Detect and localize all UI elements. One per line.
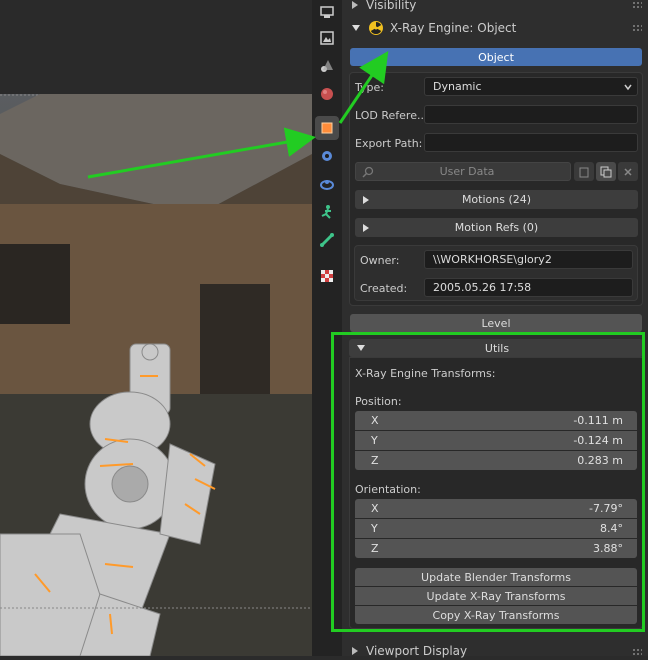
update-xray-transforms-button[interactable]: Update X-Ray Transforms [355, 587, 637, 605]
viewport-background [0, 0, 312, 94]
copy-icon [600, 166, 612, 177]
drag-grip-icon[interactable] [632, 1, 642, 9]
user-data-field[interactable]: User Data [355, 162, 571, 181]
expand-icon [363, 195, 369, 204]
axis-label: Y [371, 522, 378, 535]
axis-label: X [371, 414, 379, 427]
copy-button[interactable] [596, 162, 616, 181]
axis-value: 0.283 m [577, 454, 623, 467]
close-icon [624, 167, 632, 176]
3d-viewport[interactable] [0, 0, 312, 656]
axis-label: Y [371, 434, 378, 447]
axis-value: -0.124 m [573, 434, 623, 447]
collapse-icon [357, 345, 365, 351]
particles-tab-icon[interactable] [315, 172, 339, 196]
axis-value: -0.111 m [573, 414, 623, 427]
axis-label: Z [371, 542, 379, 555]
utils-label: Utils [484, 341, 510, 355]
position-x-field[interactable]: X -0.111 m [355, 411, 637, 430]
expand-icon [352, 647, 358, 655]
texture-tab-icon[interactable] [315, 264, 339, 288]
search-icon [362, 166, 374, 178]
type-select[interactable]: Dynamic [424, 77, 638, 96]
object-tab-icon[interactable] [315, 116, 339, 140]
axis-label: Z [371, 454, 379, 467]
created-field[interactable]: 2005.05.26 17:58 [424, 278, 633, 297]
render-tab-icon[interactable] [315, 0, 339, 24]
position-label: Position: [355, 395, 402, 408]
motions-subpanel[interactable]: Motions (24) [355, 190, 638, 209]
view-layer-tab-icon[interactable] [315, 54, 339, 78]
visibility-label: Visibility [366, 0, 417, 12]
owner-field[interactable]: \\WORKHORSE\glory2 [424, 250, 633, 269]
motion-refs-label: Motion Refs (0) [454, 221, 539, 234]
user-data-placeholder: User Data [439, 165, 495, 178]
viewport-scene [0, 94, 312, 656]
lod-reference-label: LOD Refere... [355, 109, 428, 122]
lod-reference-input[interactable] [424, 105, 638, 124]
orientation-x-field[interactable]: X -7.79° [355, 499, 637, 518]
update-blender-transforms-button[interactable]: Update Blender Transforms [355, 568, 637, 586]
output-tab-icon[interactable] [315, 26, 339, 50]
clear-button[interactable] [618, 162, 638, 181]
position-y-field[interactable]: Y -0.124 m [355, 431, 637, 450]
expand-icon [363, 223, 369, 232]
motions-label: Motions (24) [461, 193, 532, 206]
physics-tab-icon[interactable] [315, 200, 339, 224]
viewport-display-panel-header[interactable]: Viewport Display [342, 642, 648, 660]
axis-value: 3.88° [593, 542, 623, 555]
owner-label: Owner: [360, 254, 400, 267]
copy-xray-transforms-button[interactable]: Copy X-Ray Transforms [355, 606, 637, 624]
axis-value: 8.4° [600, 522, 623, 535]
paste-button[interactable] [574, 162, 594, 181]
drag-grip-icon[interactable] [632, 648, 642, 656]
object-button[interactable]: Object [350, 48, 642, 66]
modifiers-tab-icon[interactable] [315, 144, 339, 168]
properties-tab-bar [312, 0, 343, 656]
level-button[interactable]: Level [350, 314, 642, 332]
export-path-label: Export Path: [355, 137, 423, 150]
export-path-input[interactable] [424, 133, 638, 152]
orientation-y-field[interactable]: Y 8.4° [355, 519, 637, 538]
transforms-title: X-Ray Engine Transforms: [355, 367, 496, 380]
collapse-icon [352, 25, 360, 31]
axis-label: X [371, 502, 379, 515]
motion-refs-subpanel[interactable]: Motion Refs (0) [355, 218, 638, 237]
xray-object-title: X-Ray Engine: Object [390, 21, 517, 35]
type-label: Type: [355, 81, 384, 94]
utils-panel-header[interactable]: Utils [349, 339, 643, 357]
chevron-down-icon [624, 84, 632, 90]
created-label: Created: [360, 282, 408, 295]
orientation-label: Orientation: [355, 483, 421, 496]
axis-value: -7.79° [589, 502, 623, 515]
paste-icon [579, 167, 589, 177]
visibility-panel-header[interactable]: Visibility [342, 0, 648, 15]
drag-grip-icon[interactable] [632, 24, 642, 32]
type-select-value: Dynamic [433, 80, 482, 93]
position-z-field[interactable]: Z 0.283 m [355, 451, 637, 470]
scene-tab-icon[interactable] [315, 82, 339, 106]
constraints-tab-icon[interactable] [315, 228, 339, 252]
radiation-icon [369, 21, 383, 35]
orientation-z-field[interactable]: Z 3.88° [355, 539, 637, 558]
expand-icon [352, 1, 358, 9]
xray-object-panel-header[interactable]: X-Ray Engine: Object [342, 18, 648, 38]
